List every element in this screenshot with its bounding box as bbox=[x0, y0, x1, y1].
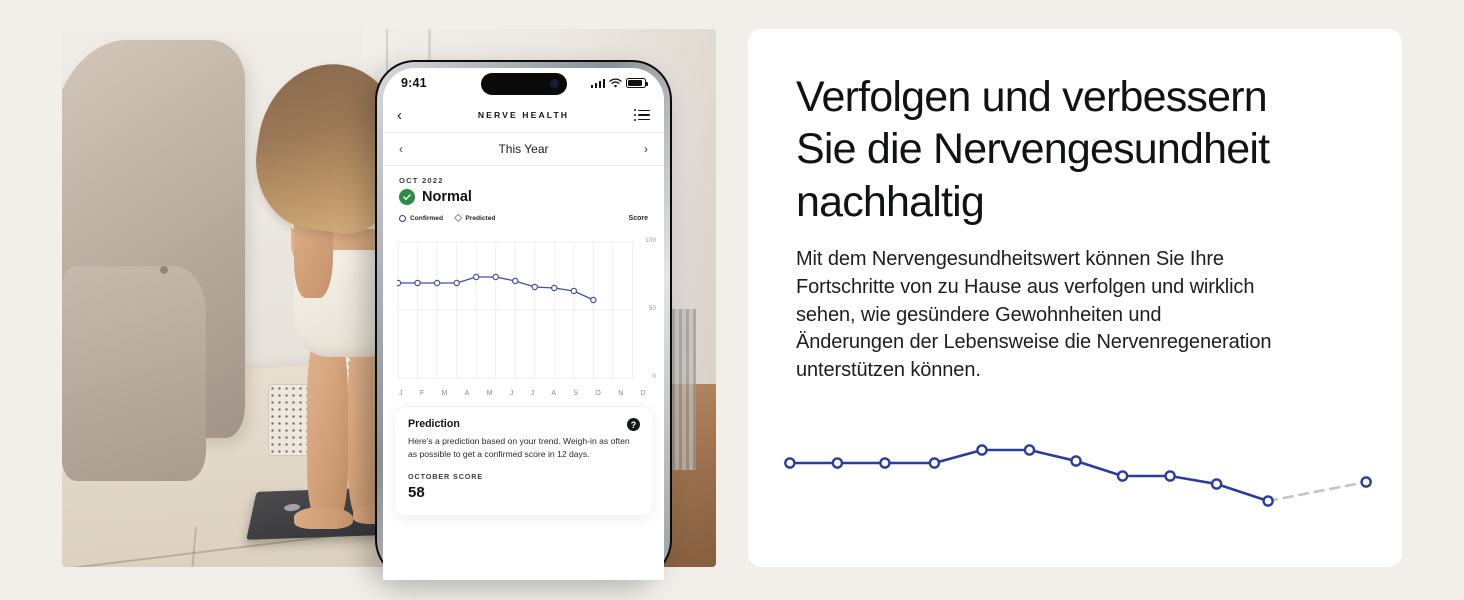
page-title: Verfolgen und verbessern Sie die Nerveng… bbox=[796, 73, 1270, 226]
chart-legend: Confirmed Predicted Score bbox=[383, 209, 664, 226]
help-icon[interactable]: ? bbox=[627, 418, 640, 431]
confirmed-marker-icon bbox=[399, 215, 406, 222]
predicted-marker-icon bbox=[453, 213, 463, 224]
list-icon[interactable] bbox=[633, 109, 650, 121]
info-card-chart bbox=[776, 419, 1380, 529]
confirmed-line bbox=[788, 448, 1270, 503]
phone-mockup: 9:41 ‹ NERVE HEALTH ‹ This Year › OCT 20… bbox=[375, 60, 672, 580]
month-label: M bbox=[486, 390, 493, 397]
phone-screen: 9:41 ‹ NERVE HEALTH ‹ This Year › OCT 20… bbox=[383, 68, 664, 580]
back-icon[interactable]: ‹ bbox=[397, 108, 402, 123]
app-title: NERVE HEALTH bbox=[477, 110, 570, 120]
month-label: F bbox=[419, 390, 425, 397]
month-label: J bbox=[509, 390, 514, 397]
info-body-text: Mit dem Nervengesundheitswert können Sie… bbox=[796, 248, 1272, 381]
score-status-label: Normal bbox=[422, 189, 472, 205]
app-header: ‹ NERVE HEALTH bbox=[383, 98, 664, 133]
y-tick-100: 100 bbox=[645, 237, 656, 244]
month-label: D bbox=[640, 390, 646, 397]
predicted-line bbox=[1266, 480, 1368, 503]
predicted-markers bbox=[1360, 476, 1372, 488]
legend-predicted: Predicted bbox=[453, 213, 496, 224]
month-label: N bbox=[618, 390, 624, 397]
score-date: OCT 2022 bbox=[399, 176, 444, 185]
score-markers bbox=[397, 273, 597, 304]
score-summary: OCT 2022 Normal bbox=[383, 166, 664, 209]
month-label: A bbox=[551, 390, 557, 397]
phone-score-chart[interactable]: 100 50 0 bbox=[397, 228, 656, 390]
month-label: M bbox=[441, 390, 448, 397]
page-root: 9:41 ‹ NERVE HEALTH ‹ This Year › OCT 20… bbox=[0, 0, 1464, 600]
confirmed-markers bbox=[784, 444, 1274, 507]
score-status-row: Normal bbox=[399, 189, 648, 205]
chart-axis-label: Score bbox=[628, 215, 648, 222]
status-bar: 9:41 bbox=[383, 68, 664, 98]
legend-predicted-label: Predicted bbox=[465, 215, 496, 222]
month-label: A bbox=[464, 390, 470, 397]
month-label: J bbox=[399, 390, 403, 397]
month-label: O bbox=[595, 390, 602, 397]
legend-confirmed: Confirmed bbox=[399, 215, 443, 222]
prediction-body: Here's a prediction based on your trend.… bbox=[408, 436, 630, 460]
y-tick-50: 50 bbox=[648, 305, 656, 312]
cellular-signal-icon bbox=[590, 78, 605, 88]
phone-chart-svg bbox=[397, 241, 636, 379]
prediction-title: Prediction bbox=[408, 418, 460, 430]
wifi-icon bbox=[609, 78, 622, 88]
period-label: This Year bbox=[498, 142, 549, 156]
y-axis-ticks: 100 50 0 bbox=[634, 228, 656, 390]
prediction-card: Prediction ? Here's a prediction based o… bbox=[395, 407, 652, 515]
prediction-score-label: OCTOBER SCORE bbox=[408, 471, 484, 481]
dynamic-island bbox=[480, 73, 567, 95]
y-tick-0: 0 bbox=[652, 373, 656, 380]
legend-confirmed-label: Confirmed bbox=[410, 215, 443, 222]
month-label: J bbox=[530, 390, 535, 397]
status-time: 9:41 bbox=[401, 76, 427, 90]
info-chart-svg bbox=[784, 444, 1372, 507]
battery-icon bbox=[626, 78, 648, 88]
chart-gridlines bbox=[397, 241, 636, 379]
front-camera-icon bbox=[549, 79, 559, 88]
prev-period-button[interactable]: ‹ bbox=[399, 142, 403, 156]
x-axis-month-labels: J F M A M J J A S O N D bbox=[399, 390, 646, 397]
info-card: Verfolgen und verbessern Sie die Nerveng… bbox=[748, 29, 1402, 567]
check-circle-icon bbox=[399, 189, 415, 205]
month-label: S bbox=[573, 390, 579, 397]
next-period-button[interactable]: › bbox=[644, 142, 648, 156]
period-nav: ‹ This Year › bbox=[383, 133, 664, 166]
prediction-score-value: 58 bbox=[408, 483, 425, 501]
status-icons bbox=[590, 78, 648, 88]
